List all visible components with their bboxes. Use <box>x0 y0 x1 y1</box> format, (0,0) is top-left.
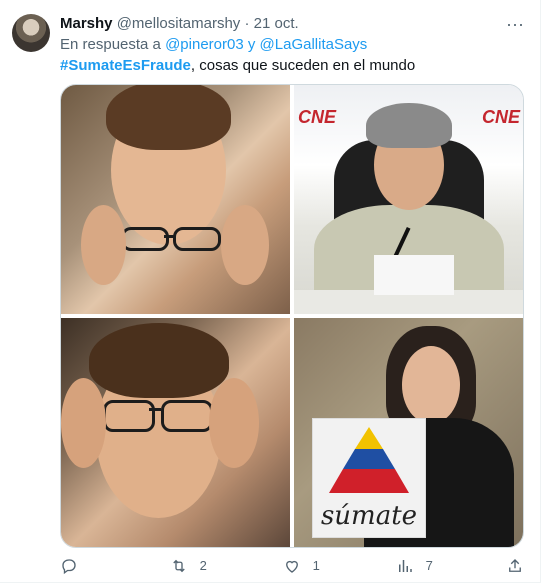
cne-logo-right: CNE <box>482 107 521 127</box>
author-name[interactable]: Marshy <box>60 15 113 32</box>
sumate-sign-text: súmate <box>320 501 418 531</box>
views-button[interactable]: 7 <box>396 555 433 575</box>
reply-mention-1[interactable]: @pineror03 <box>165 36 244 53</box>
sumate-sign: súmate <box>312 418 426 538</box>
tweet[interactable]: Marshy @mellositamarshy · 21 oct. ··· En… <box>0 0 540 583</box>
share-button[interactable] <box>506 555 524 575</box>
retweet-button[interactable]: 2 <box>170 555 207 575</box>
like-count: 1 <box>312 557 320 573</box>
media-panel-1[interactable] <box>61 85 290 314</box>
timeline-border <box>540 0 541 583</box>
glasses-left-lens <box>121 227 169 251</box>
tweet-body: , cosas que suceden en el mundo <box>190 57 416 74</box>
cne-logo-left: CNE <box>298 107 337 127</box>
glasses-left-lens <box>103 400 155 432</box>
author-handle[interactable]: @mellositamarshy <box>117 15 241 32</box>
like-button[interactable]: 1 <box>283 555 320 575</box>
reply-icon <box>60 557 78 574</box>
separator-dot: · <box>244 15 250 32</box>
hair-shape <box>89 323 229 398</box>
media-grid[interactable]: CNE CNE súmate <box>60 84 524 548</box>
hand-left <box>81 205 126 285</box>
action-bar: 2 1 7 <box>0 555 540 575</box>
pyramid-logo <box>329 427 409 493</box>
woman-hair <box>366 103 452 148</box>
hand-right <box>221 205 269 285</box>
tweet-text: #SumateEsFraude, cosas que suceden en el… <box>60 56 415 76</box>
avatar[interactable] <box>12 14 50 52</box>
reply-context: En respuesta a @pineror03 y @LaGallitaSa… <box>60 35 367 55</box>
share-icon <box>506 557 524 572</box>
hashtag-link[interactable]: #SumateEsFraude <box>60 57 191 74</box>
views-icon <box>396 557 418 572</box>
media-panel-2[interactable]: CNE CNE <box>294 85 523 314</box>
heart-icon <box>283 557 305 573</box>
glasses-bridge <box>164 235 174 238</box>
reply-joiner: y <box>247 36 256 53</box>
glasses-right-lens <box>161 400 213 432</box>
retweet-count: 2 <box>199 557 207 573</box>
more-options-icon[interactable]: ··· <box>503 14 527 34</box>
views-count: 7 <box>425 557 433 573</box>
glasses-bridge <box>149 408 161 411</box>
tweet-header: Marshy @mellositamarshy · 21 oct. <box>60 14 299 34</box>
reply-mention-2[interactable]: @LaGallitaSays <box>260 36 368 53</box>
retweet-icon <box>170 557 192 572</box>
hand-left <box>61 378 106 468</box>
reply-prefix: En respuesta a <box>60 36 161 53</box>
glasses-right-lens <box>173 227 221 251</box>
media-panel-4[interactable]: súmate <box>294 318 523 547</box>
tweet-date[interactable]: 21 oct. <box>254 15 299 32</box>
hand-right <box>209 378 259 468</box>
paper-sheet <box>374 255 454 295</box>
media-panel-3[interactable] <box>61 318 290 547</box>
hair-shape <box>106 85 231 150</box>
reply-button[interactable] <box>60 555 86 575</box>
woman-face <box>402 346 460 424</box>
